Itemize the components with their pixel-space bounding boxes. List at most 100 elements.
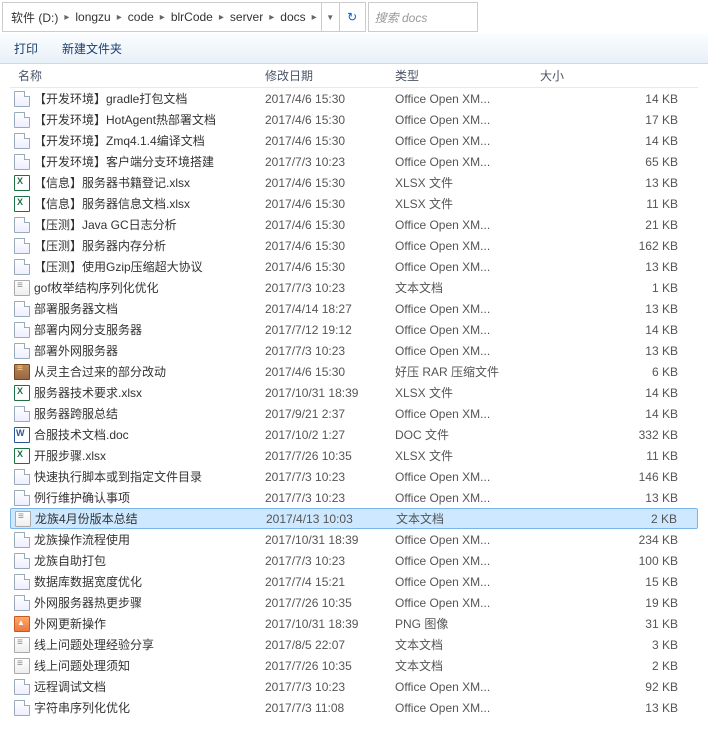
file-date: 2017/7/4 15:21 bbox=[265, 575, 395, 589]
xl-file-icon bbox=[14, 448, 30, 464]
file-row[interactable]: 线上问题处理须知2017/7/26 10:35文本文档2 KB bbox=[10, 655, 698, 676]
col-type[interactable]: 类型 bbox=[395, 67, 540, 84]
col-name[interactable]: 名称 bbox=[10, 67, 265, 84]
file-type: XLSX 文件 bbox=[395, 195, 540, 212]
file-row[interactable]: 【开发环境】HotAgent热部署文档2017/4/6 15:30Office … bbox=[10, 109, 698, 130]
file-date: 2017/4/6 15:30 bbox=[265, 239, 395, 253]
file-type: XLSX 文件 bbox=[395, 384, 540, 401]
doc-file-icon bbox=[14, 154, 30, 170]
search-input[interactable]: 搜索 docs bbox=[368, 2, 478, 32]
chevron-right-icon[interactable]: ▸ bbox=[60, 12, 73, 23]
file-date: 2017/7/12 19:12 bbox=[265, 323, 395, 337]
chevron-right-icon[interactable]: ▸ bbox=[156, 12, 169, 23]
chevron-right-icon[interactable]: ▸ bbox=[113, 12, 126, 23]
file-row[interactable]: 开服步骤.xlsx2017/7/26 10:35XLSX 文件11 KB bbox=[10, 445, 698, 466]
file-size: 13 KB bbox=[540, 491, 698, 505]
breadcrumb-item[interactable]: longzu bbox=[73, 10, 112, 24]
history-dropdown[interactable]: ▼ bbox=[321, 3, 339, 31]
file-date: 2017/4/6 15:30 bbox=[265, 197, 395, 211]
file-row[interactable]: 服务器技术要求.xlsx2017/10/31 18:39XLSX 文件14 KB bbox=[10, 382, 698, 403]
file-list: 【开发环境】gradle打包文档2017/4/6 15:30Office Ope… bbox=[10, 88, 698, 718]
file-name: 【压测】使用Gzip压缩超大协议 bbox=[34, 258, 203, 275]
file-row[interactable]: 【压测】服务器内存分析2017/4/6 15:30Office Open XM.… bbox=[10, 235, 698, 256]
file-row[interactable]: 【信息】服务器书籍登记.xlsx2017/4/6 15:30XLSX 文件13 … bbox=[10, 172, 698, 193]
file-row[interactable]: 龙族自助打包2017/7/3 10:23Office Open XM...100… bbox=[10, 550, 698, 571]
file-size: 13 KB bbox=[540, 260, 698, 274]
col-size[interactable]: 大小 bbox=[540, 67, 698, 84]
file-row[interactable]: 合服技术文档.doc2017/10/2 1:27DOC 文件332 KB bbox=[10, 424, 698, 445]
print-button[interactable]: 打印 bbox=[14, 40, 38, 57]
txt-file-icon bbox=[14, 658, 30, 674]
file-row[interactable]: 【开发环境】客户端分支环境搭建2017/7/3 10:23Office Open… bbox=[10, 151, 698, 172]
file-name: 龙族自助打包 bbox=[34, 552, 106, 569]
file-row[interactable]: 字符串序列化优化2017/7/3 11:08Office Open XM...1… bbox=[10, 697, 698, 718]
rar-file-icon bbox=[14, 364, 30, 380]
chevron-right-icon[interactable]: ▸ bbox=[265, 12, 278, 23]
chevron-right-icon[interactable]: ▸ bbox=[308, 12, 321, 23]
file-row[interactable]: 部署外网服务器2017/7/3 10:23Office Open XM...13… bbox=[10, 340, 698, 361]
file-row[interactable]: 龙族操作流程使用2017/10/31 18:39Office Open XM..… bbox=[10, 529, 698, 550]
file-row[interactable]: 【开发环境】gradle打包文档2017/4/6 15:30Office Ope… bbox=[10, 88, 698, 109]
txt-file-icon bbox=[15, 511, 31, 527]
file-row[interactable]: 远程调试文档2017/7/3 10:23Office Open XM...92 … bbox=[10, 676, 698, 697]
file-type: Office Open XM... bbox=[395, 92, 540, 106]
file-date: 2017/7/3 11:08 bbox=[265, 701, 395, 715]
breadcrumb-item[interactable]: docs bbox=[278, 10, 307, 24]
file-name: 例行维护确认事项 bbox=[34, 489, 130, 506]
file-row[interactable]: 【压测】使用Gzip压缩超大协议2017/4/6 15:30Office Ope… bbox=[10, 256, 698, 277]
file-type: 好压 RAR 压缩文件 bbox=[395, 363, 540, 380]
file-row[interactable]: 例行维护确认事项2017/7/3 10:23Office Open XM...1… bbox=[10, 487, 698, 508]
breadcrumb[interactable]: 软件 (D:)▸longzu▸code▸blrCode▸server▸docs▸ bbox=[3, 9, 321, 26]
breadcrumb-item[interactable]: 软件 (D:) bbox=[9, 9, 60, 26]
doc-file-icon bbox=[14, 532, 30, 548]
file-row[interactable]: 外网更新操作2017/10/31 18:39PNG 图像31 KB bbox=[10, 613, 698, 634]
file-date: 2017/10/2 1:27 bbox=[265, 428, 395, 442]
file-name: 线上问题处理须知 bbox=[34, 657, 130, 674]
file-row[interactable]: 外网服务器热更步骤2017/7/26 10:35Office Open XM..… bbox=[10, 592, 698, 613]
doc-file-icon bbox=[14, 91, 30, 107]
file-type: Office Open XM... bbox=[395, 323, 540, 337]
file-row[interactable]: 服务器跨服总结2017/9/21 2:37Office Open XM...14… bbox=[10, 403, 698, 424]
column-headers[interactable]: 名称 修改日期 类型 大小 bbox=[10, 64, 698, 88]
file-name: 部署服务器文档 bbox=[34, 300, 118, 317]
file-type: Office Open XM... bbox=[395, 554, 540, 568]
doc-file-icon bbox=[14, 679, 30, 695]
file-type: Office Open XM... bbox=[395, 134, 540, 148]
breadcrumb-item[interactable]: server bbox=[228, 10, 265, 24]
breadcrumb-item[interactable]: code bbox=[126, 10, 156, 24]
file-name: 服务器跨服总结 bbox=[34, 405, 118, 422]
file-type: 文本文档 bbox=[396, 510, 541, 527]
file-name: 【压测】Java GC日志分析 bbox=[34, 216, 177, 233]
address-bar[interactable]: 软件 (D:)▸longzu▸code▸blrCode▸server▸docs▸… bbox=[2, 2, 366, 32]
file-row[interactable]: 线上问题处理经验分享2017/8/5 22:07文本文档3 KB bbox=[10, 634, 698, 655]
file-name: 外网服务器热更步骤 bbox=[34, 594, 142, 611]
file-size: 17 KB bbox=[540, 113, 698, 127]
file-size: 21 KB bbox=[540, 218, 698, 232]
file-row[interactable]: 部署内网分支服务器2017/7/12 19:12Office Open XM..… bbox=[10, 319, 698, 340]
file-row[interactable]: 从灵主合过来的部分改动2017/4/6 15:30好压 RAR 压缩文件6 KB bbox=[10, 361, 698, 382]
breadcrumb-item[interactable]: blrCode bbox=[169, 10, 215, 24]
file-row[interactable]: 【信息】服务器信息文档.xlsx2017/4/6 15:30XLSX 文件11 … bbox=[10, 193, 698, 214]
file-size: 11 KB bbox=[540, 197, 698, 211]
file-row[interactable]: 龙族4月份版本总结2017/4/13 10:03文本文档2 KB bbox=[10, 508, 698, 529]
file-row[interactable]: 数据库数据宽度优化2017/7/4 15:21Office Open XM...… bbox=[10, 571, 698, 592]
col-date[interactable]: 修改日期 bbox=[265, 67, 395, 84]
file-size: 19 KB bbox=[540, 596, 698, 610]
doc-file-icon bbox=[14, 112, 30, 128]
file-row[interactable]: gof枚举结构序列化优化2017/7/3 10:23文本文档1 KB bbox=[10, 277, 698, 298]
file-date: 2017/4/13 10:03 bbox=[266, 512, 396, 526]
file-name: 龙族4月份版本总结 bbox=[35, 510, 138, 527]
file-date: 2017/4/6 15:30 bbox=[265, 92, 395, 106]
file-type: PNG 图像 bbox=[395, 615, 540, 632]
file-row[interactable]: 【开发环境】Zmq4.1.4编译文档2017/4/6 15:30Office O… bbox=[10, 130, 698, 151]
file-size: 162 KB bbox=[540, 239, 698, 253]
refresh-button[interactable]: ↻ bbox=[339, 3, 365, 31]
chevron-right-icon[interactable]: ▸ bbox=[215, 12, 228, 23]
doc-file-icon bbox=[14, 217, 30, 233]
file-type: XLSX 文件 bbox=[395, 447, 540, 464]
file-row[interactable]: 部署服务器文档2017/4/14 18:27Office Open XM...1… bbox=[10, 298, 698, 319]
file-size: 13 KB bbox=[540, 176, 698, 190]
file-row[interactable]: 快速执行脚本或到指定文件目录2017/7/3 10:23Office Open … bbox=[10, 466, 698, 487]
file-row[interactable]: 【压测】Java GC日志分析2017/4/6 15:30Office Open… bbox=[10, 214, 698, 235]
new-folder-button[interactable]: 新建文件夹 bbox=[62, 40, 122, 57]
